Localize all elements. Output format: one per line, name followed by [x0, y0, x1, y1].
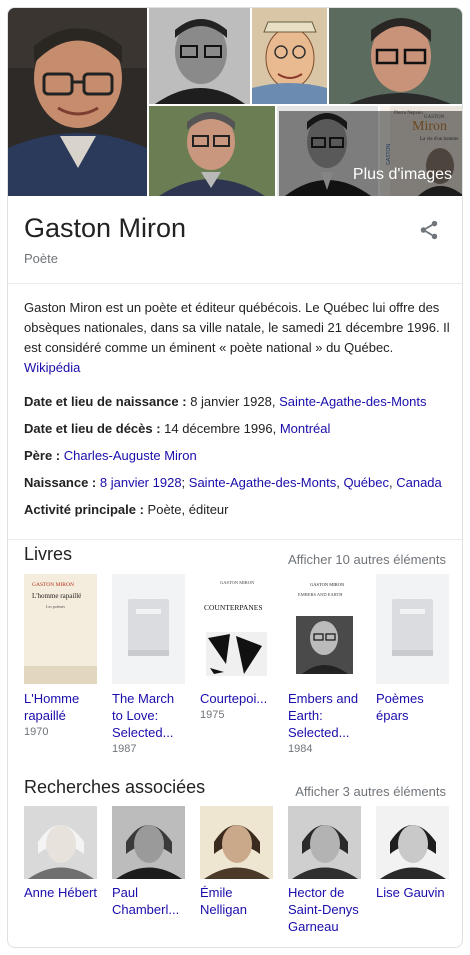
fact-link[interactable]: Québec [343, 475, 389, 490]
fact-link[interactable]: Sainte-Agathe-des-Monts [279, 394, 426, 409]
older-portrait-image[interactable] [149, 106, 275, 196]
fact-key: Naissance : [24, 475, 100, 490]
description: Gaston Miron est un poète et éditeur qué… [24, 298, 452, 378]
book-item[interactable]: GASTON MIRON EMBERS AND EARTH Embers and E… [288, 574, 361, 755]
fact-value: 8 janvier 1928, [190, 394, 280, 409]
book-year: 1970 [24, 726, 49, 738]
more-images-label: Plus d'images [352, 166, 452, 183]
book-year: 1987 [112, 743, 137, 755]
fact-link[interactable]: Charles-Auguste Miron [64, 448, 197, 463]
fact-row: Père : Charles-Auguste Miron [24, 446, 454, 473]
related-section-title: Recherches associées [24, 777, 206, 797]
bw-portrait-image[interactable] [149, 8, 250, 104]
fact-key: Activité principale : [24, 502, 148, 517]
cover-text: GASTON MIRON [310, 582, 345, 587]
book-cover-image[interactable]: GASTON MIRON COUNTERPANES [200, 574, 273, 684]
main-portrait-image[interactable] [8, 8, 147, 196]
person-name[interactable]: Anne Hébert [24, 884, 97, 901]
fact-link[interactable]: Canada [396, 475, 442, 490]
book-item[interactable]: Poèmes épars [376, 574, 449, 724]
fact-link[interactable]: 8 janvier 1928 [100, 475, 182, 490]
related-person-item[interactable]: Lise Gauvin [376, 806, 449, 901]
fact-row: Date et lieu de décès : 14 décembre 1996… [24, 419, 454, 446]
knowledge-panel: Pierre Nepveu GASTON Miron La vie d'un h… [7, 7, 463, 948]
image-collage[interactable]: Pierre Nepveu GASTON Miron La vie d'un h… [8, 8, 462, 196]
fact-key: Date et lieu de décès : [24, 421, 165, 436]
books-carousel: GASTON MIRON L'homme rapaillé Les poèmes L'… [24, 574, 454, 755]
book-cover-image[interactable]: GASTON MIRON L'homme rapaillé Les poèmes [24, 574, 97, 684]
book-cover-image[interactable] [112, 574, 185, 684]
book-year: 1975 [200, 709, 225, 721]
share-icon [420, 220, 438, 240]
books-section-title: Livres [24, 544, 73, 564]
fact-link[interactable]: Montréal [280, 421, 331, 436]
book-title[interactable]: Courtepoi... [200, 690, 273, 707]
entity-subtitle: Poète [24, 251, 58, 266]
color-portrait-image[interactable] [329, 8, 462, 104]
related-person-item[interactable]: Paul Chamberl... [112, 806, 185, 918]
fact-row: Date et lieu de naissance : 8 janvier 19… [24, 392, 454, 419]
cover-text: COUNTERPANES [204, 603, 262, 612]
person-name[interactable]: Paul Chamberl... [112, 884, 185, 918]
book-item[interactable]: The March to Love: Selected... 1987 [112, 574, 185, 755]
cover-text: Les poèmes [46, 604, 65, 609]
person-name[interactable]: Lise Gauvin [376, 884, 449, 901]
book-placeholder-icon [128, 599, 169, 656]
person-name[interactable]: Hector de Saint-Denys Garneau [288, 884, 361, 935]
cover-text: GASTON MIRON [32, 582, 74, 588]
facts-list: Date et lieu de naissance : 8 janvier 19… [24, 392, 454, 527]
person-photo[interactable] [376, 806, 449, 879]
related-more-link[interactable]: Afficher 3 autres éléments [295, 784, 446, 799]
entity-title: Gaston Miron [24, 213, 187, 243]
fact-row: Activité principale : Poète, éditeur [24, 500, 454, 527]
related-person-item[interactable]: Hector de Saint-Denys Garneau [288, 806, 361, 935]
share-button[interactable] [418, 219, 440, 241]
fact-row: Naissance : 8 janvier 1928; Sainte-Agath… [24, 473, 454, 500]
book-cover-image[interactable]: GASTON MIRON EMBERS AND EARTH [288, 574, 361, 684]
drawn-portrait-image[interactable] [252, 8, 327, 104]
person-name[interactable]: Émile Nelligan [200, 884, 273, 918]
person-photo[interactable] [24, 806, 97, 879]
book-placeholder-icon [392, 599, 433, 656]
description-text: Gaston Miron est un poète et éditeur qué… [24, 300, 450, 355]
cover-text: EMBERS AND EARTH [298, 592, 343, 597]
fact-value: 14 décembre 1996, [164, 421, 280, 436]
fact-key: Père : [24, 448, 64, 463]
person-photo[interactable] [288, 806, 361, 879]
book-title[interactable]: Embers and Earth: Selected... [288, 690, 361, 741]
related-carousel: Anne Hébert Paul Chamberl... Émile Nelliga… [24, 806, 454, 936]
book-item[interactable]: GASTON MIRON COUNTERPANES Courtepoi... 1975 [200, 574, 273, 721]
more-images-button[interactable]: Plus d'images [279, 111, 462, 196]
divider [8, 539, 462, 540]
book-year: 1984 [288, 743, 313, 755]
book-cover-image[interactable] [376, 574, 449, 684]
wikipedia-link[interactable]: Wikipédia [24, 358, 452, 378]
book-title[interactable]: The March to Love: Selected... [112, 690, 185, 741]
cover-text: GASTON MIRON [220, 580, 255, 585]
divider [8, 283, 462, 284]
book-item[interactable]: GASTON MIRON L'homme rapaillé Les poèmes L'… [24, 574, 97, 738]
book-title[interactable]: Poèmes épars [376, 690, 449, 724]
person-photo[interactable] [112, 806, 185, 879]
books-more-link[interactable]: Afficher 10 autres éléments [288, 552, 446, 567]
fact-link[interactable]: Sainte-Agathe-des-Monts [189, 475, 336, 490]
fact-key: Date et lieu de naissance : [24, 394, 191, 409]
cover-text: L'homme rapaillé [32, 592, 81, 600]
fact-value: ; [181, 475, 189, 490]
person-photo[interactable] [200, 806, 273, 879]
fact-value: Poète, éditeur [147, 502, 229, 517]
related-person-item[interactable]: Anne Hébert [24, 806, 97, 901]
book-title[interactable]: L'Homme rapaillé [24, 690, 97, 724]
related-person-item[interactable]: Émile Nelligan [200, 806, 273, 918]
